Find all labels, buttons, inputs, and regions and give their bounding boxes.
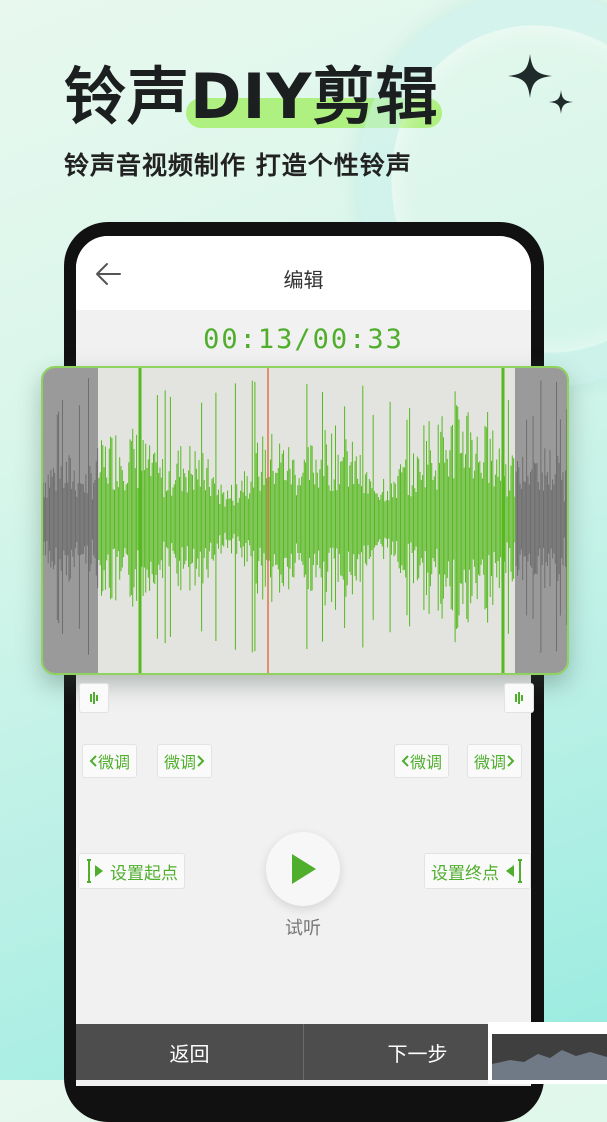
sparkle-small-icon [549,90,573,114]
fine-tune-label: 微调 [98,753,131,772]
fine-tune-end-back[interactable]: 微调 [394,744,450,778]
fine-tune-label: 微调 [474,753,507,772]
headline-part1: 铃声 [64,60,191,133]
start-bracket-icon [87,859,103,883]
timecode: 00:13/00:33 [203,324,404,355]
back-button[interactable]: 返回 [76,1024,303,1080]
set-start-label: 设置起点 [110,863,178,884]
end-bracket-icon [506,859,522,883]
waveform-samples [43,378,567,655]
top-bar: 编辑 [76,236,531,310]
chevron-left-icon [401,755,409,767]
preview-label: 试听 [285,918,321,939]
set-end-button[interactable]: 设置终点 [424,853,531,889]
fine-tune-end-forward[interactable]: 微调 [467,744,523,778]
end-marker-button[interactable] [504,683,534,713]
marker-icon [90,692,98,704]
promo-subtitle: 铃声音视频制作 打造个性铃声 [64,151,412,180]
set-end-label: 设置终点 [431,863,499,884]
fine-tune-start-back[interactable]: 微调 [82,744,138,778]
marker-icon [515,692,523,704]
fine-tune-label: 微调 [410,753,443,772]
bottom-bar: 返回 下一步 [76,1024,531,1080]
waveform-thumbnail [488,1022,607,1084]
chevron-right-icon [507,755,515,767]
page-title: 编辑 [283,268,324,292]
promo-headline: 铃声DIY剪辑 [64,60,443,133]
headline-highlight: DIY剪辑 [186,60,443,133]
chevron-left-icon [89,755,97,767]
fine-tune-label: 微调 [164,753,197,772]
waveform[interactable] [43,368,567,673]
preview-play-button[interactable] [266,832,340,906]
play-icon [292,854,316,884]
set-start-button[interactable]: 设置起点 [78,853,185,889]
chevron-right-icon [197,755,205,767]
waveform-editor[interactable] [41,366,569,675]
start-marker-button[interactable] [79,683,109,713]
fine-tune-start-forward[interactable]: 微调 [157,744,213,778]
sparkle-icon [508,54,552,98]
